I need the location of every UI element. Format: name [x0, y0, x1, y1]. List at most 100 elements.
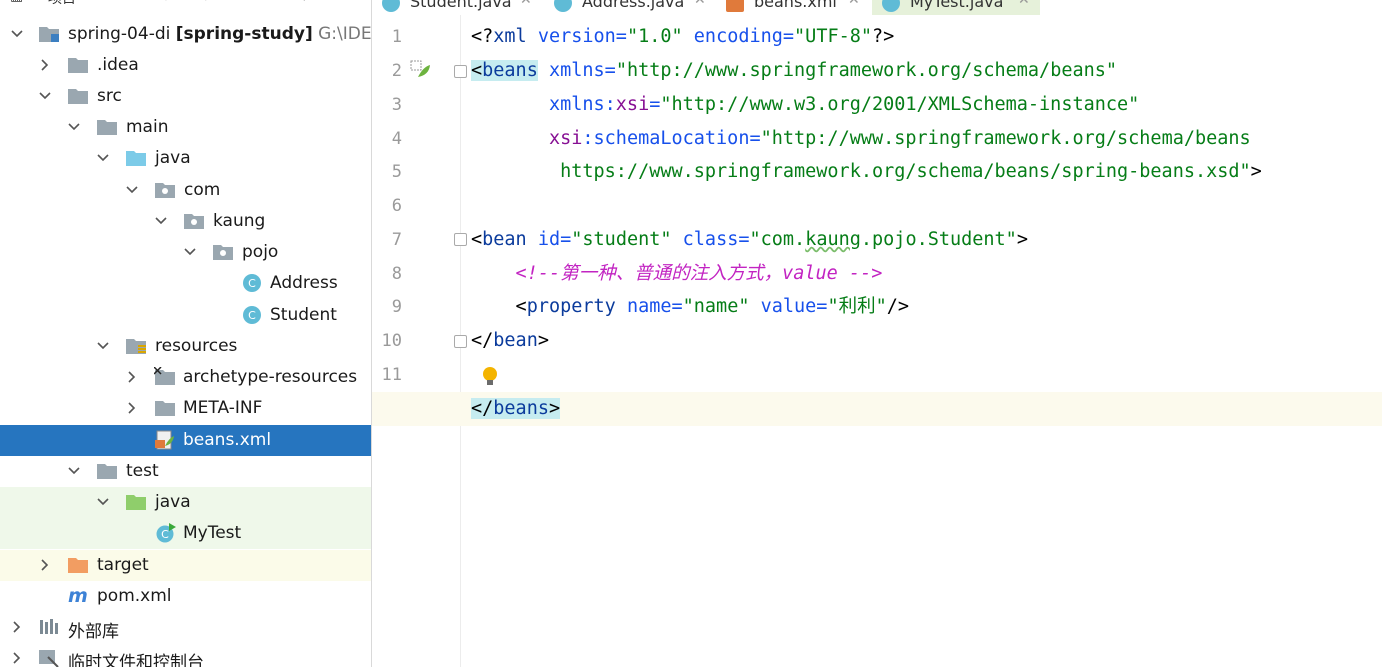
code-line-4: xsi:schemaLocation="http://www.springfra… [471, 128, 1251, 149]
tree-item-target[interactable]: target [0, 550, 371, 581]
locate-icon[interactable]: ⊕ [160, 0, 172, 4]
close-icon[interactable]: ✕ [520, 0, 532, 8]
tree-item-mytest[interactable]: C MyTest [0, 518, 371, 549]
tab-address-java[interactable]: Address.java ✕ [544, 0, 712, 15]
java-test-class-icon: C [156, 523, 176, 543]
tree-item-idea[interactable]: .idea [0, 50, 371, 81]
line-number: 7 [391, 230, 402, 250]
folder-icon [68, 89, 88, 104]
tree-item-resources[interactable]: resources [0, 331, 371, 362]
scratches-icon [39, 650, 59, 667]
close-icon[interactable]: ✕ [1018, 0, 1030, 8]
chevron-down-icon[interactable] [96, 151, 110, 165]
close-icon[interactable]: ✕ [848, 0, 860, 8]
tree-item-main[interactable]: main [0, 112, 371, 143]
tree-item-com[interactable]: com [0, 175, 371, 206]
tree-item-module[interactable]: spring-04-di [spring-study] G:\IDEA\ [0, 19, 371, 50]
chevron-down-icon[interactable] [96, 339, 110, 353]
chevron-down-icon[interactable] [96, 495, 110, 509]
chevron-down-icon[interactable] [154, 214, 168, 228]
svg-text:m: m [68, 586, 88, 606]
tab-mytest-java[interactable]: MyTest.java ✕ [872, 0, 1040, 15]
package-icon [213, 245, 233, 260]
project-panel: ▦ 项目 ⊕ ⇩ ▴ ⚙ spring-04-di [spring-study]… [0, 0, 372, 667]
module-project-name: [spring-study] [175, 24, 313, 44]
expand-icon[interactable]: ▴ [245, 0, 252, 4]
spring-bean-gutter-icon[interactable] [410, 59, 432, 79]
code-editor[interactable]: <?xml version="1.0" encoding="UTF-8"?> <… [372, 15, 1382, 667]
chevron-right-icon[interactable] [38, 58, 52, 72]
tab-label: MyTest.java [910, 0, 1004, 11]
line-number: 10 [381, 331, 402, 351]
tree-item-label: main [126, 117, 169, 137]
module-name: spring-04-di [68, 24, 171, 44]
tree-item-label: Student [270, 305, 337, 325]
line-number: 3 [391, 95, 402, 115]
chevron-down-icon[interactable] [125, 183, 139, 197]
project-view-icon[interactable]: ▦ [10, 0, 23, 4]
collapse-all-icon[interactable]: ⇩ [200, 0, 212, 4]
project-view-title[interactable]: 项目 [48, 0, 76, 8]
chevron-down-icon[interactable] [67, 120, 81, 134]
folder-icon [97, 120, 117, 135]
code-line-10: </bean> [471, 330, 549, 351]
tree-item-src[interactable]: src [0, 81, 371, 112]
tree-item-address[interactable]: C Address [0, 268, 371, 299]
tab-label: beans.xml [754, 0, 837, 11]
tree-item-meta-inf[interactable]: META-INF [0, 393, 371, 424]
tab-beans-xml[interactable]: beans.xml ✕ [716, 0, 868, 15]
editor-gutter: 1 2 3 4 5 6 7 8 9 10 11 12 [372, 15, 467, 667]
tree-item-pojo[interactable]: pojo [0, 237, 371, 268]
chevron-right-icon[interactable] [38, 558, 52, 572]
module-folder-icon [39, 27, 59, 42]
package-icon [155, 183, 175, 198]
svg-text:C: C [248, 309, 256, 322]
tree-item-label: test [126, 461, 159, 481]
tab-label: Student.java [410, 0, 512, 11]
tree-item-archetype-resources[interactable]: archetype-resources [0, 362, 371, 393]
line-number: 9 [391, 297, 402, 317]
tree-item-scratches[interactable]: 临时文件和控制台 [0, 643, 371, 667]
chevron-down-icon[interactable] [183, 245, 197, 259]
tab-student-java[interactable]: Student.java ✕ [372, 0, 542, 15]
line-number: 8 [391, 264, 402, 284]
tree-item-external-libraries[interactable]: 外部库 [0, 612, 371, 643]
chevron-right-icon[interactable] [125, 370, 139, 384]
line-number: 2 [391, 61, 402, 81]
maven-icon: m [68, 586, 88, 606]
tree-item-test-java[interactable]: java [0, 487, 371, 518]
code-line-8: <!--第一种、普通的注入方式，value --> [471, 263, 883, 284]
library-icon [40, 619, 58, 634]
chevron-down-icon[interactable] [10, 27, 24, 41]
folder-icon [68, 58, 88, 73]
tree-item-label: com [184, 180, 221, 200]
code-line-9: <property name="name" value="利利"/> [471, 296, 909, 317]
code-line-7: <bean id="student" class="com.kaung.pojo… [471, 229, 1028, 250]
tree-item-beans-xml[interactable]: beans.xml [0, 425, 371, 456]
resources-folder-icon [126, 339, 146, 354]
tree-item-java[interactable]: java [0, 143, 371, 174]
java-class-icon [382, 0, 400, 12]
tab-label: Address.java [582, 0, 685, 11]
tree-item-pom-xml[interactable]: m pom.xml [0, 581, 371, 612]
chevron-down-icon[interactable] [67, 464, 81, 478]
editor-tabs: Student.java ✕ Address.java ✕ beans.xml … [372, 0, 1382, 15]
chevron-right-icon[interactable] [10, 651, 24, 665]
gear-icon[interactable]: ⚙ [298, 0, 311, 4]
code-line-3: xmlns:xsi="http://www.w3.org/2001/XMLSch… [471, 94, 1140, 115]
tree-item-label: pojo [242, 242, 279, 262]
chevron-right-icon[interactable] [125, 401, 139, 415]
java-test-class-icon [882, 0, 900, 12]
close-icon[interactable]: ✕ [694, 0, 706, 8]
tree-item-label: archetype-resources [183, 367, 358, 387]
tree-item-student[interactable]: C Student [0, 300, 371, 331]
chevron-right-icon[interactable] [10, 620, 24, 634]
tree-item-kaung[interactable]: kaung [0, 206, 371, 237]
tree-item-label: 外部库 [68, 622, 119, 642]
java-class-icon: C [243, 306, 261, 324]
lightbulb-icon[interactable] [481, 366, 499, 388]
tree-item-test[interactable]: test [0, 456, 371, 487]
line-number: 6 [391, 196, 402, 216]
chevron-down-icon[interactable] [38, 89, 52, 103]
spring-xml-icon [155, 430, 174, 450]
